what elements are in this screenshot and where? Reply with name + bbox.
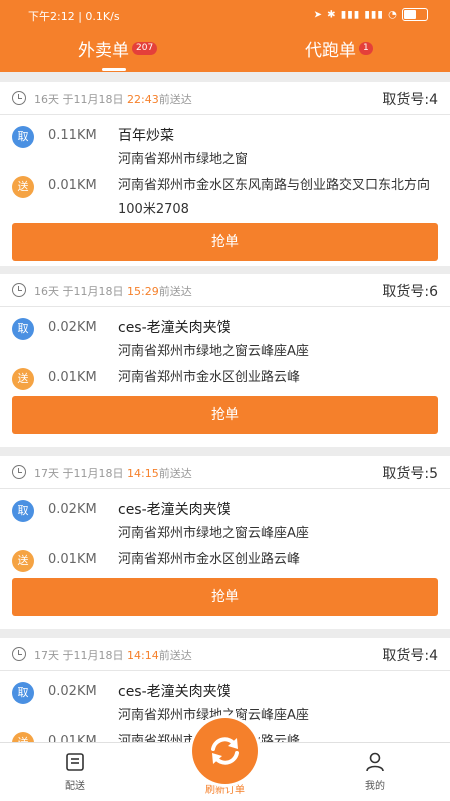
shop-name: ces-老潼关肉夹馍 [118, 684, 231, 700]
deliver-tag: 送 [12, 550, 34, 572]
tab-errand-count: 1 [359, 42, 373, 55]
deliver-distance: 0.01KM [48, 370, 97, 385]
order-tabs: 外卖单 207 代跑单 1 [0, 32, 450, 72]
delivery-deadline: 17天 于11月18日 14:14前送达 [34, 649, 192, 662]
shop-name: 百年炒菜 [118, 128, 174, 144]
pickup-tag: 取 [12, 318, 34, 340]
clock-icon [12, 91, 26, 105]
clock-icon [12, 283, 26, 297]
order-card: 16天 于11月18日 15:29前送达 取货号:6 取 0.02KM ces-… [0, 274, 450, 447]
order-card-header: 16天 于11月18日 22:43前送达 取货号:4 [0, 82, 450, 115]
status-time: 下午2:12 | 0.1K/s [28, 10, 120, 23]
pickup-address: 河南省郑州市绿地之窗云峰座A座 [118, 526, 309, 541]
delivery-list-icon [66, 753, 84, 771]
order-card-header: 17天 于11月18日 14:15前送达 取货号:5 [0, 456, 450, 489]
pickup-code: 取货号:6 [382, 284, 438, 300]
tab-mine[interactable]: 我的 [335, 751, 415, 792]
pickup-distance: 0.02KM [48, 502, 97, 517]
order-card: 16天 于11月18日 22:43前送达 取货号:4 取 0.11KM 百年炒菜… [0, 82, 450, 266]
tab-delivery[interactable]: 配送 [35, 751, 115, 792]
pickup-distance: 0.02KM [48, 684, 97, 699]
deliver-tag: 送 [12, 368, 34, 390]
pickup-tag: 取 [12, 682, 34, 704]
grab-order-button[interactable]: 抢单 [12, 578, 438, 616]
pickup-tag: 取 [12, 500, 34, 522]
deliver-distance: 0.01KM [48, 178, 97, 193]
active-tab-indicator [102, 68, 126, 71]
delivery-deadline: 17天 于11月18日 14:15前送达 [34, 467, 192, 480]
order-card: 17天 于11月18日 14:15前送达 取货号:5 取 0.02KM ces-… [0, 456, 450, 629]
pickup-address: 河南省郑州市绿地之窗云峰座A座 [118, 708, 309, 723]
header: 下午2:12 | 0.1K/s ➤ ✱ ▮▮▮ ▮▮▮ ◔ 外卖单 207 代跑… [0, 0, 450, 72]
shop-name: ces-老潼关肉夹馍 [118, 502, 231, 518]
pickup-tag: 取 [12, 126, 34, 148]
delivery-deadline: 16天 于11月18日 22:43前送达 [34, 93, 192, 106]
delivery-deadline: 16天 于11月18日 15:29前送达 [34, 285, 192, 298]
deliver-address: 河南省郑州市金水区东风南路与创业路交叉口东北方向100米2708 [118, 178, 431, 217]
refresh-orders-button[interactable] [192, 718, 258, 784]
pickup-code: 取货号:4 [382, 648, 438, 664]
tab-errand[interactable]: 代跑单 1 [305, 36, 373, 61]
deliver-distance: 0.01KM [48, 552, 97, 567]
order-list[interactable]: 16天 于11月18日 22:43前送达 取货号:4 取 0.11KM 百年炒菜… [0, 82, 450, 742]
order-card-header: 17天 于11月18日 14:14前送达 取货号:4 [0, 638, 450, 671]
pickup-code: 取货号:5 [382, 466, 438, 482]
tab-delivery-label: 配送 [65, 781, 85, 792]
status-icons: ➤ ✱ ▮▮▮ ▮▮▮ ◔ [314, 8, 428, 21]
status-bar: 下午2:12 | 0.1K/s ➤ ✱ ▮▮▮ ▮▮▮ ◔ [0, 0, 450, 32]
pickup-distance: 0.02KM [48, 320, 97, 335]
tab-errand-label: 代跑单 [305, 41, 356, 61]
grab-order-button[interactable]: 抢单 [12, 396, 438, 434]
clock-icon [12, 465, 26, 479]
deliver-tag: 送 [12, 732, 34, 742]
deliver-address: 河南省郑州市金水区创业路云峰 [118, 370, 301, 385]
pickup-distance: 0.11KM [48, 128, 97, 143]
deliver-address: 河南省郑州市金水区创业路云峰 [118, 552, 301, 567]
tab-mine-label: 我的 [365, 781, 385, 792]
pickup-address: 河南省郑州市绿地之窗云峰座A座 [118, 344, 309, 359]
grab-order-button[interactable]: 抢单 [12, 223, 438, 261]
shop-name: ces-老潼关肉夹馍 [118, 320, 231, 336]
order-card-header: 16天 于11月18日 15:29前送达 取货号:6 [0, 274, 450, 307]
clock-icon [12, 647, 26, 661]
pickup-address: 河南省郑州市绿地之窗 [118, 152, 249, 167]
user-icon [366, 752, 384, 772]
tab-takeout[interactable]: 外卖单 207 [78, 36, 158, 61]
deliver-address: 河南省郑州市金水区创业路云峰 [118, 730, 438, 742]
tab-takeout-count: 207 [132, 42, 158, 55]
refresh-icon [211, 737, 239, 765]
deliver-distance: 0.01KM [48, 734, 97, 742]
battery-icon [402, 8, 428, 21]
deliver-tag: 送 [12, 176, 34, 198]
status-indicators: ➤ ✱ ▮▮▮ ▮▮▮ ◔ [313, 9, 398, 21]
tab-takeout-label: 外卖单 [78, 41, 129, 61]
pickup-code: 取货号:4 [382, 92, 438, 108]
